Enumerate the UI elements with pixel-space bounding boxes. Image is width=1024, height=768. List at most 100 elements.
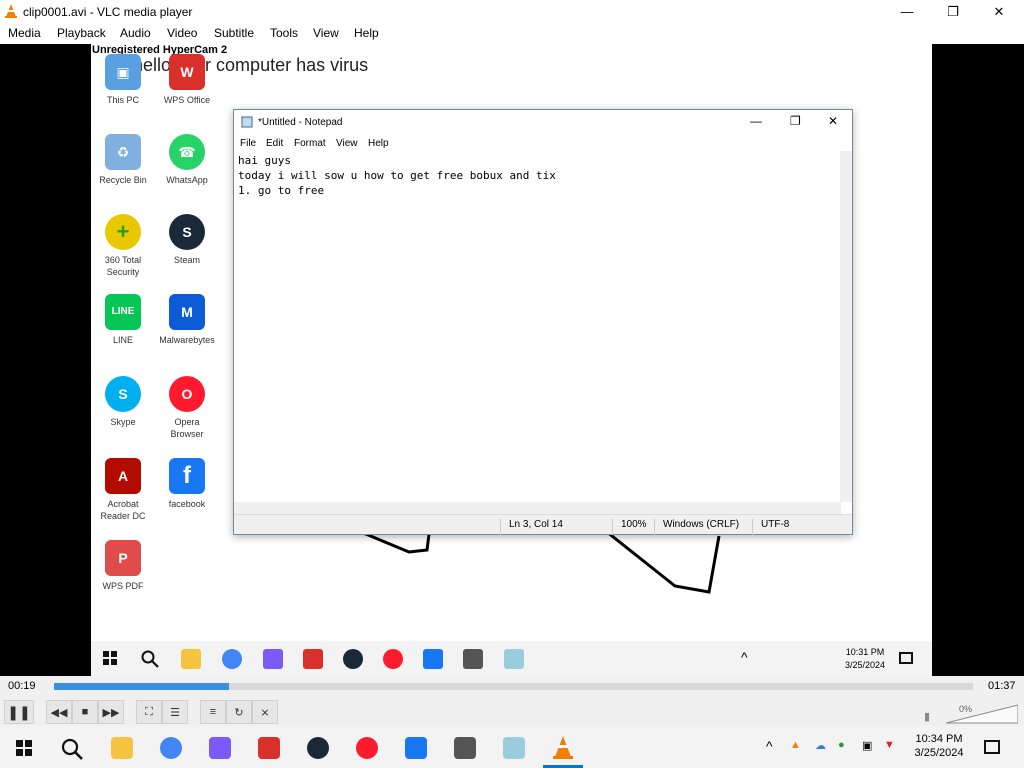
speaker-muted-icon[interactable]: ▼ bbox=[884, 739, 895, 751]
notepad-title-bar: *Untitled - Notepad — ❐ ✕ bbox=[234, 110, 852, 135]
windows-taskbar: ^ ▲ ☁ ● ▣ ▼ 10:34 PM 3/25/2024 bbox=[0, 726, 1024, 768]
vlc-menu-bar: Media Playback Audio Video Subtitle Tool… bbox=[0, 23, 1024, 44]
opera-icon: O bbox=[169, 376, 205, 412]
chevron-up-icon[interactable]: ^ bbox=[766, 738, 773, 754]
opera-taskbar-icon[interactable] bbox=[356, 737, 378, 759]
facebook-taskbar-icon[interactable] bbox=[405, 737, 427, 759]
chevron-up-icon: ^ bbox=[741, 649, 748, 665]
notepad-status-bar: Ln 3, Col 14 100% Windows (CRLF) UTF-8 bbox=[234, 514, 852, 535]
security-tray-icon[interactable]: ● bbox=[838, 739, 845, 751]
notepad-icon bbox=[241, 116, 253, 128]
chrome-icon[interactable] bbox=[160, 737, 182, 759]
network-icon[interactable]: ▣ bbox=[862, 739, 872, 752]
desktop-icon-acrobat[interactable]: A Acrobat Reader DC bbox=[93, 458, 153, 522]
desktop-icon-skype[interactable]: S Skype bbox=[93, 376, 153, 428]
notepad-vertical-scrollbar[interactable] bbox=[840, 151, 852, 502]
menu-help[interactable]: Help bbox=[354, 26, 379, 40]
hypercam-taskbar-icon bbox=[463, 649, 483, 669]
previous-button[interactable]: ◀◀ bbox=[46, 700, 72, 724]
video-frame-desktop: Unregistered HyperCam 2 hello your compu… bbox=[91, 44, 932, 676]
notepad-close-button[interactable]: ✕ bbox=[828, 114, 838, 128]
desktop-icon-recycle-bin[interactable]: ♻ Recycle Bin bbox=[93, 134, 153, 186]
file-explorer-icon bbox=[181, 649, 201, 669]
onedrive-icon[interactable]: ☁ bbox=[815, 739, 826, 752]
menu-media[interactable]: Media bbox=[8, 26, 41, 40]
file-explorer-icon[interactable] bbox=[111, 737, 133, 759]
close-button[interactable]: ✕ bbox=[976, 0, 1022, 23]
malwarebytes-icon: M bbox=[169, 294, 205, 330]
notepad-maximize-button[interactable]: ❐ bbox=[790, 114, 801, 128]
wps-office-taskbar-icon bbox=[303, 649, 323, 669]
notepad-menu-bar: File Edit Format View Help bbox=[234, 135, 852, 151]
notepad-menu-file[interactable]: File bbox=[240, 138, 256, 149]
seek-bar[interactable] bbox=[54, 683, 973, 690]
seek-bar-progress bbox=[54, 683, 229, 690]
menu-playback[interactable]: Playback bbox=[57, 26, 106, 40]
wps-office-taskbar-icon[interactable] bbox=[258, 737, 280, 759]
windows-start-icon[interactable] bbox=[16, 740, 32, 756]
window-title: clip0001.avi - VLC media player bbox=[23, 5, 193, 19]
maximize-button[interactable]: ❐ bbox=[930, 0, 976, 23]
wps-office-icon: W bbox=[169, 54, 205, 90]
menu-subtitle[interactable]: Subtitle bbox=[214, 26, 254, 40]
desktop-icon-wps-office[interactable]: W WPS Office bbox=[157, 54, 217, 106]
zoom-level: 100% bbox=[612, 519, 647, 535]
vlc-tray-icon[interactable]: ▲ bbox=[790, 739, 801, 751]
next-button[interactable]: ▶▶ bbox=[98, 700, 124, 724]
desktop-icon-360-total-security[interactable]: +360 Total Security bbox=[93, 214, 153, 278]
notification-icon[interactable] bbox=[984, 740, 1000, 754]
hypercam-taskbar-icon[interactable] bbox=[454, 737, 476, 759]
menu-view[interactable]: View bbox=[313, 26, 339, 40]
notepad-menu-help[interactable]: Help bbox=[368, 138, 389, 149]
desktop-icon-steam[interactable]: S Steam bbox=[157, 214, 217, 266]
menu-video[interactable]: Video bbox=[167, 26, 197, 40]
notepad-menu-edit[interactable]: Edit bbox=[266, 138, 283, 149]
notepad-menu-format[interactable]: Format bbox=[294, 138, 326, 149]
skype-icon: S bbox=[105, 376, 141, 412]
desktop-icon-malwarebytes[interactable]: M Malwarebytes bbox=[157, 294, 217, 346]
volume-slider[interactable]: ▮ 0% bbox=[924, 704, 1018, 724]
desktop-icon-this-pc[interactable]: ▣ This PC bbox=[93, 54, 153, 106]
video-taskbar: ^ 10:31 PM 3/25/2024 bbox=[91, 641, 932, 676]
desktop-icon-line[interactable]: LINE LINE bbox=[93, 294, 153, 346]
notepad-taskbar-icon[interactable] bbox=[503, 737, 525, 759]
minimize-button[interactable]: — bbox=[884, 0, 930, 23]
extended-settings-button[interactable]: ☰ bbox=[162, 700, 188, 724]
pause-button[interactable]: ❚❚ bbox=[4, 700, 34, 724]
desktop-icon-whatsapp[interactable]: ☎ WhatsApp bbox=[157, 134, 217, 186]
steam-taskbar-icon[interactable] bbox=[307, 737, 329, 759]
playlist-button[interactable]: ≡ bbox=[200, 700, 226, 724]
whatsapp-icon: ☎ bbox=[169, 134, 205, 170]
notepad-window: *Untitled - Notepad — ❐ ✕ File Edit Form… bbox=[233, 109, 853, 535]
vlc-taskbar-icon[interactable] bbox=[552, 736, 574, 760]
desktop-icon-opera[interactable]: O Opera Browser bbox=[157, 376, 217, 440]
opera-taskbar-icon bbox=[383, 649, 403, 669]
desktop-icon-facebook[interactable]: f facebook bbox=[157, 458, 217, 510]
elapsed-time: 00:19 bbox=[8, 680, 36, 692]
copilot-icon bbox=[263, 649, 283, 669]
menu-audio[interactable]: Audio bbox=[120, 26, 151, 40]
search-icon[interactable] bbox=[61, 738, 83, 760]
notepad-horizontal-scrollbar[interactable] bbox=[234, 502, 841, 514]
fullscreen-button[interactable]: ⛶ bbox=[136, 700, 162, 724]
notepad-taskbar-icon bbox=[504, 649, 524, 669]
chrome-icon bbox=[222, 649, 242, 669]
notepad-minimize-button[interactable]: — bbox=[750, 114, 762, 128]
taskbar-clock[interactable]: 10:34 PM 3/25/2024 bbox=[910, 732, 968, 760]
cursor-position: Ln 3, Col 14 bbox=[500, 519, 563, 535]
steam-icon: S bbox=[169, 214, 205, 250]
stop-button[interactable]: ■ bbox=[72, 700, 98, 724]
notepad-menu-view[interactable]: View bbox=[336, 138, 358, 149]
loop-button[interactable]: ↻ bbox=[226, 700, 252, 724]
desktop-icon-wps-pdf[interactable]: P WPS PDF bbox=[93, 540, 153, 592]
notepad-text-area[interactable]: hai guys today i will sow u how to get f… bbox=[234, 151, 841, 502]
facebook-icon: f bbox=[169, 458, 205, 494]
search-icon bbox=[141, 650, 159, 668]
copilot-icon[interactable] bbox=[209, 737, 231, 759]
video-area[interactable]: Unregistered HyperCam 2 hello your compu… bbox=[0, 44, 1024, 676]
notification-icon bbox=[899, 652, 913, 664]
menu-tools[interactable]: Tools bbox=[270, 26, 298, 40]
line-endings: Windows (CRLF) bbox=[654, 519, 739, 535]
line-icon: LINE bbox=[105, 294, 141, 330]
shuffle-button[interactable]: ⨯ bbox=[252, 700, 278, 724]
